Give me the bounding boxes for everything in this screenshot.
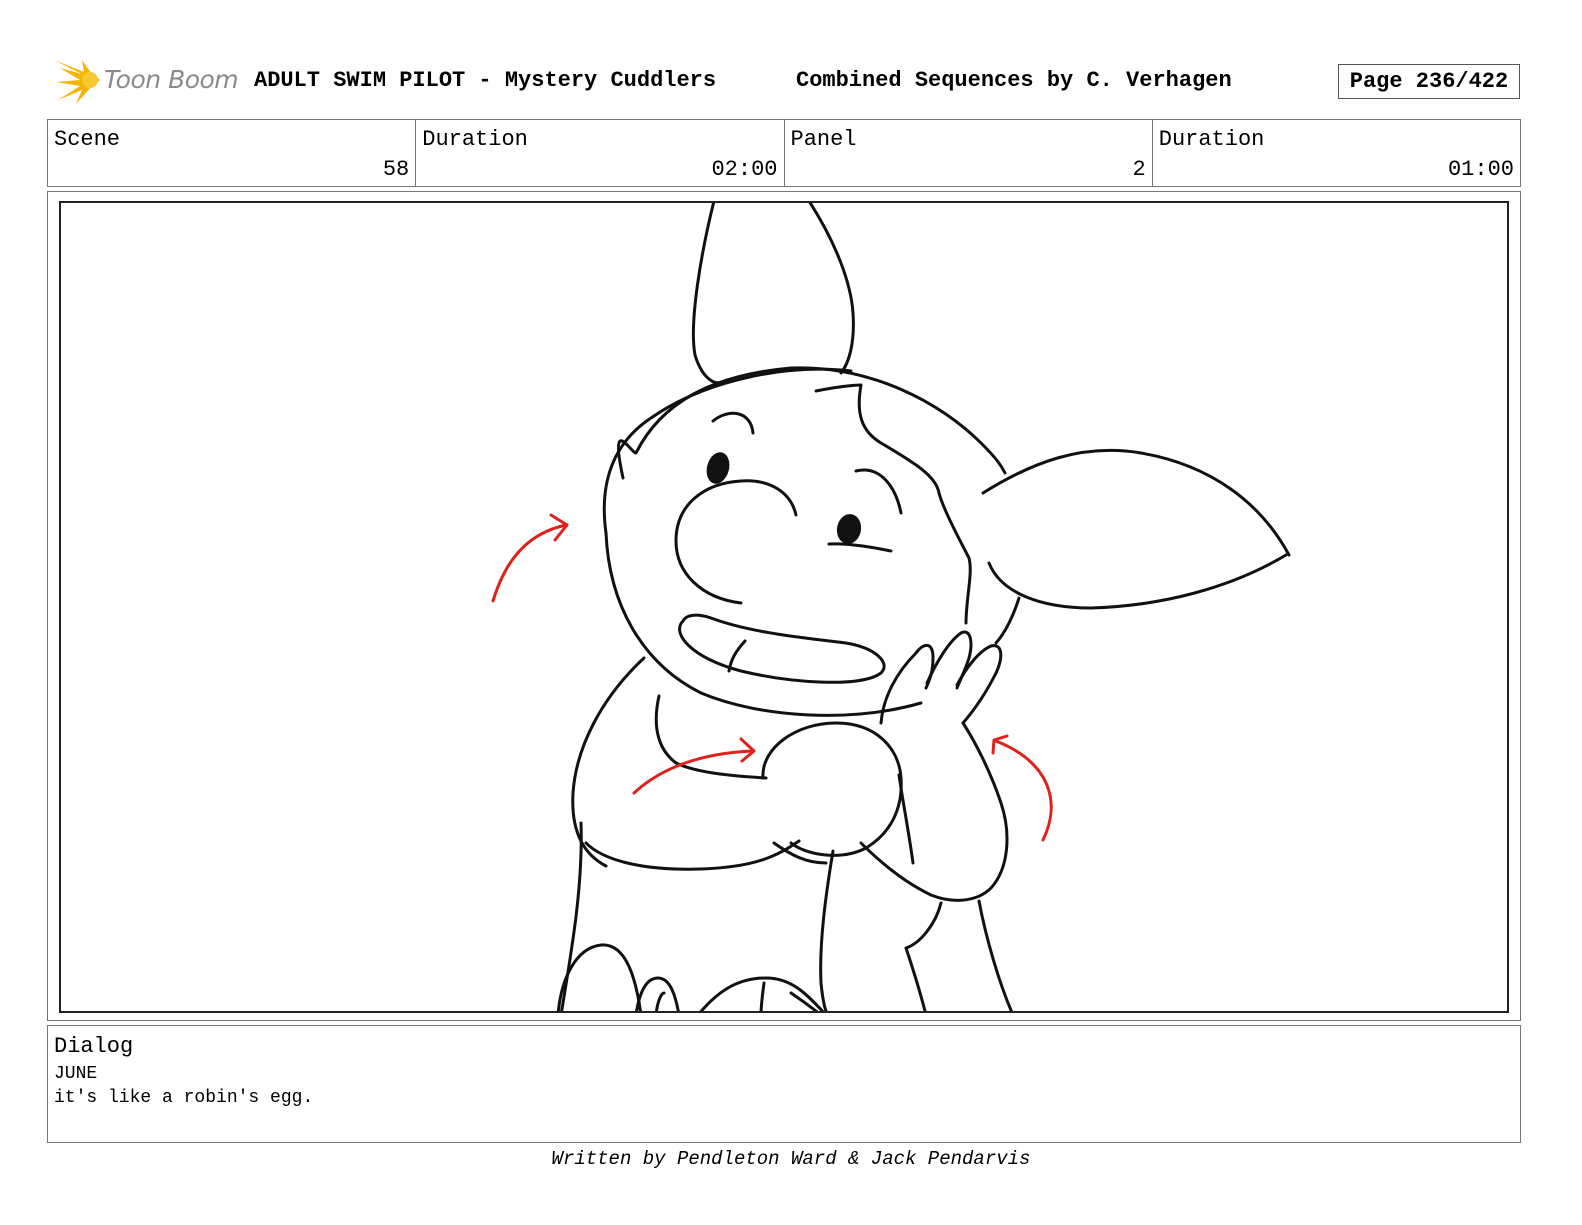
scene-duration-value: 02:00 bbox=[711, 157, 778, 182]
storyboard-header: Toon Boom ADULT SWIM PILOT - Mystery Cud… bbox=[52, 56, 1540, 106]
footer-credit: Written by Pendleton Ward & Jack Pendarv… bbox=[551, 1148, 1031, 1170]
side-ear-join bbox=[994, 596, 1021, 645]
knee-line bbox=[904, 901, 943, 950]
scene-value: 58 bbox=[382, 157, 410, 182]
foot-mid-toe bbox=[654, 991, 666, 1011]
panel-cell: Panel 2 bbox=[785, 120, 1153, 186]
eye-lid-right bbox=[827, 542, 893, 553]
mouth-outline bbox=[678, 613, 886, 684]
eyebrow-right bbox=[854, 468, 903, 515]
dialog-speaker: JUNE bbox=[54, 1064, 98, 1084]
leg-back bbox=[977, 899, 1013, 1011]
top-ear-left bbox=[691, 203, 721, 385]
scene-label: Scene bbox=[54, 127, 121, 152]
panel-value: 2 bbox=[1132, 157, 1146, 182]
scene-duration-cell: Duration 02:00 bbox=[416, 120, 785, 186]
arrow-right bbox=[994, 739, 1053, 842]
top-ear-right bbox=[808, 203, 855, 375]
leg-front-left bbox=[819, 849, 835, 1011]
eye-right bbox=[836, 514, 862, 544]
body-left bbox=[571, 656, 646, 868]
project-title: ADULT SWIM PILOT - Mystery Cuddlers bbox=[254, 68, 717, 93]
panel-duration-label: Duration bbox=[1158, 127, 1265, 152]
fist bbox=[761, 721, 903, 857]
dialog-box: Dialog JUNE it's like a robin's egg. bbox=[47, 1025, 1521, 1143]
head-outline-left bbox=[602, 367, 853, 535]
head-bottom bbox=[604, 531, 923, 717]
head-top bbox=[617, 366, 1007, 480]
dialog-label: Dialog bbox=[54, 1034, 134, 1059]
storyboard-panel bbox=[59, 201, 1509, 1013]
side-ear-top bbox=[981, 448, 1291, 557]
eye-left bbox=[706, 452, 730, 484]
hand-finger-three bbox=[955, 644, 1003, 725]
dialog-line: it's like a robin's egg. bbox=[54, 1088, 314, 1108]
wrist-line bbox=[897, 773, 915, 865]
panel-label: Panel bbox=[790, 127, 857, 152]
character-sketch bbox=[491, 203, 1291, 1011]
scene-info-table: Scene 58 Duration 02:00 Panel 2 Duration… bbox=[47, 119, 1521, 187]
body-belly bbox=[584, 839, 801, 871]
panel-duration-cell: Duration 01:00 bbox=[1153, 120, 1520, 186]
eyebrow-left bbox=[711, 411, 755, 435]
logo-text: Toon Boom bbox=[104, 65, 239, 94]
nose bbox=[674, 479, 798, 605]
leg-front-right bbox=[904, 946, 927, 1011]
page-number: Page 236/422 bbox=[1338, 64, 1520, 99]
panel-duration-value: 01:00 bbox=[1447, 157, 1514, 182]
forearm-right bbox=[859, 721, 1009, 902]
sequence-title: Combined Sequences by C. Verhagen bbox=[796, 68, 1232, 93]
character-drawing bbox=[556, 203, 1291, 1011]
side-ear-bottom bbox=[987, 553, 1288, 610]
storyboard-panel-frame bbox=[47, 191, 1521, 1021]
scene-duration-label: Duration bbox=[422, 127, 528, 152]
arrow-upper-left bbox=[491, 523, 568, 603]
scene-cell: Scene 58 bbox=[48, 120, 417, 186]
foot-right-toe bbox=[759, 981, 766, 1011]
starburst-icon bbox=[54, 60, 100, 104]
hair-line bbox=[814, 383, 972, 625]
arrow-middle bbox=[632, 749, 755, 795]
mouth-tooth bbox=[727, 639, 747, 673]
toon-boom-logo: Toon Boom bbox=[52, 56, 242, 106]
